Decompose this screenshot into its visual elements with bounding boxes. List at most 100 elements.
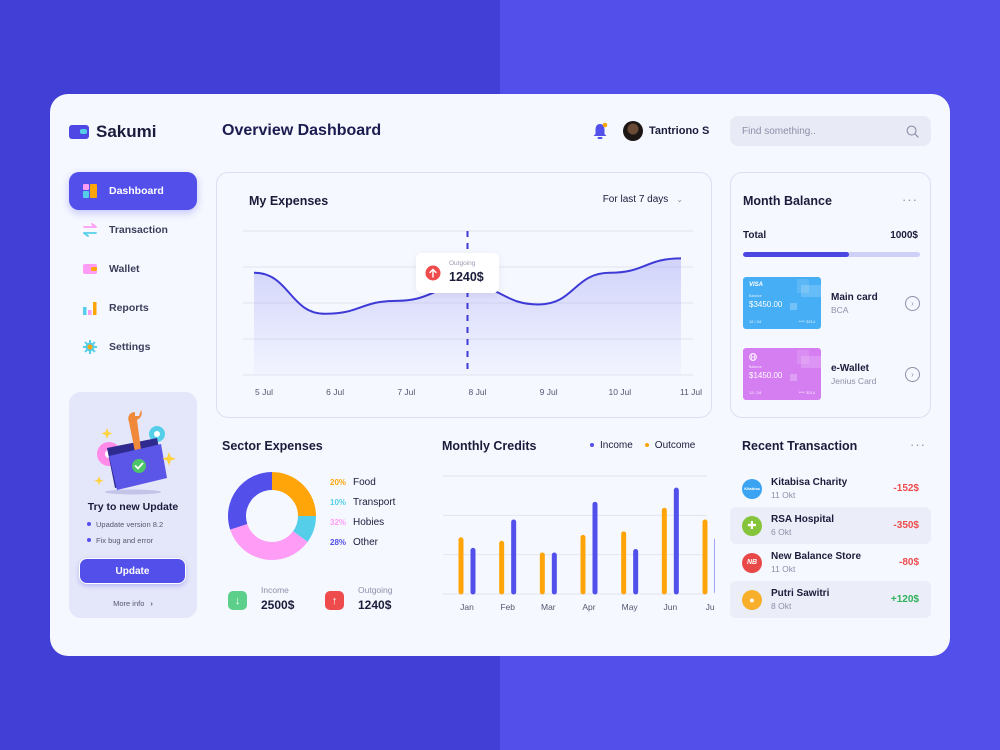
transaction-amount: -80$ — [898, 557, 919, 568]
sidebar-item-reports[interactable]: Reports — [69, 289, 197, 327]
legend-outcome-label: Outcome — [654, 440, 696, 451]
outgoing-value: 1240$ — [358, 598, 392, 612]
more-options-icon[interactable]: ··· — [910, 437, 926, 452]
transaction-date: 11 Okt — [771, 490, 796, 500]
outgoing-label: Outgoing — [358, 585, 393, 595]
expenses-title: My Expenses — [249, 194, 329, 208]
search-input[interactable] — [742, 125, 906, 137]
month-balance-card: Month Balance ··· Total 1000$ VISA Balan… — [730, 172, 931, 418]
chevron-right-icon: › — [150, 599, 153, 608]
recent-transaction-title: Recent Transaction — [742, 439, 858, 453]
range-dropdown[interactable]: For last 7 days ⌄ — [603, 194, 683, 205]
x-tick-label: 10 Jul — [608, 387, 631, 397]
transaction-amount: -152$ — [893, 483, 919, 494]
promo-bullet: Fix bug and error — [87, 536, 163, 545]
income-label: Income — [261, 585, 289, 595]
legend-item-other: 28% Other — [330, 537, 395, 548]
x-tick-label: 5 Jul — [255, 387, 273, 397]
legend-income: Income — [590, 440, 633, 451]
donut-slice-food[interactable] — [271, 472, 316, 517]
transaction-row[interactable]: ● Putri Sawitri 8 Okt +120$ — [730, 581, 931, 618]
legend-outcome: Outcome — [644, 440, 696, 451]
wallet-icon — [83, 264, 97, 274]
donut-slice-transport[interactable] — [292, 515, 316, 542]
promo-title: Try to new Update — [87, 501, 179, 513]
transaction-date: 11 Okt — [771, 564, 796, 574]
transaction-date: 8 Okt — [771, 601, 792, 611]
transaction-date: 6 Okt — [771, 527, 792, 537]
x-tick-label: 8 Jul — [469, 387, 487, 397]
sidebar-item-wallet[interactable]: Wallet — [69, 250, 197, 288]
app-name: Sakumi — [96, 122, 157, 141]
transaction-amount: +120$ — [890, 594, 919, 605]
bell-icon[interactable] — [592, 122, 608, 140]
legend-name: Transport — [353, 497, 396, 508]
transaction-icon — [83, 223, 97, 237]
search-icon[interactable] — [906, 125, 919, 138]
transaction-row[interactable]: ✚ RSA Hospital 6 Okt -350$ — [730, 507, 931, 544]
outgoing-summary: ↑ Outgoing 1240$ — [325, 585, 393, 612]
sidebar-nav: Dashboard Transaction Wallet Reports Set… — [69, 172, 197, 367]
sidebar-item-label: Wallet — [109, 263, 140, 275]
person-icon: ● — [742, 589, 762, 610]
chevron-down-icon: ⌄ — [676, 195, 683, 204]
user-profile[interactable]: Tantriono S — [623, 121, 709, 141]
donut-slice-hobies[interactable] — [230, 523, 308, 560]
arrow-up-icon: ↑ — [325, 591, 344, 610]
legend-name: Other — [353, 537, 379, 548]
more-info-link[interactable]: More info › — [69, 599, 197, 608]
update-folder-illustration — [94, 410, 176, 495]
expenses-chart: 5 Jul 6 Jul 7 Jul 8 Jul 9 Jul 10 Jul 11 Jul Ou… — [243, 230, 702, 397]
x-tick-label: 6 Jul — [326, 387, 344, 397]
wallet-name: e-Wallet — [831, 362, 869, 374]
tooltip: Outgoing 1240$ — [416, 253, 499, 293]
legend-item-transport: 10% Transport — [330, 497, 395, 508]
sidebar-item-settings[interactable]: Settings — [69, 328, 197, 366]
monthly-credits-title: Monthly Credits — [442, 439, 537, 453]
donut-slice-other[interactable] — [228, 472, 273, 530]
wallet-item-e-wallet[interactable]: Balance $1450.00 12 / 24 **** 3214 e-Wal… — [743, 348, 920, 400]
card-balance-label: Balance — [749, 365, 762, 369]
legend-item-food: 20% Food — [330, 477, 395, 488]
balance-progress — [743, 252, 920, 257]
new-balance-logo-icon: NB — [742, 552, 762, 573]
transaction-row[interactable]: NB New Balance Store 11 Okt -80$ — [730, 544, 931, 581]
avatar — [623, 121, 643, 141]
chevron-right-icon[interactable]: › — [905, 366, 920, 382]
card-number: **** 3214 — [798, 319, 815, 324]
x-tick-label: May — [622, 602, 639, 612]
more-options-icon[interactable]: ··· — [902, 192, 918, 207]
balance-title: Month Balance — [743, 194, 832, 208]
credit-card-visual: VISA Balance $3450.00 12 / 24 **** 3214 — [743, 277, 821, 329]
chevron-right-icon[interactable]: › — [905, 295, 920, 311]
x-tick-label: Jan — [460, 602, 474, 612]
sidebar-item-transaction[interactable]: Transaction — [69, 211, 197, 249]
user-name: Tantriono S — [649, 125, 710, 137]
page-title: Overview Dashboard — [222, 122, 382, 139]
total-label: Total — [743, 230, 767, 241]
logo[interactable]: Sakumi — [69, 122, 156, 142]
update-button[interactable]: Update — [79, 558, 186, 584]
sidebar-item-label: Dashboard — [109, 185, 164, 197]
x-tick-label: Jun — [663, 602, 677, 612]
credit-card-visual: Balance $1450.00 12 / 24 **** 3214 — [743, 348, 821, 400]
sector-legend: 20% Food 10% Transport 32% Hobies 28% Ot… — [330, 477, 395, 557]
transaction-list: Kitabisa Kitabisa Charity 11 Okt -152$ ✚… — [730, 470, 931, 618]
sidebar-item-label: Transaction — [109, 224, 168, 236]
more-info-label: More info — [113, 599, 145, 608]
legend-item-hobies: 32% Hobies — [330, 517, 395, 528]
tooltip-value: 1240$ — [449, 270, 484, 284]
legend-name: Food — [353, 477, 376, 488]
wallet-item-main-card[interactable]: VISA Balance $3450.00 12 / 24 **** 3214 … — [743, 277, 920, 329]
tooltip-label: Outgoing — [449, 260, 476, 267]
promo-bullets: Upadate version 8.2 Fix bug and error — [87, 520, 163, 552]
sidebar-item-dashboard[interactable]: Dashboard — [69, 172, 197, 210]
monthly-credits-chart: Jan Feb Mar Apr May Jun Jul — [443, 475, 715, 612]
transaction-row[interactable]: Kitabisa Kitabisa Charity 11 Okt -152$ — [730, 470, 931, 507]
wallet-sub: Jenius Card — [831, 375, 877, 386]
update-promo-card: Try to new Update Upadate version 8.2 Fi… — [69, 392, 197, 618]
x-tick-label: Mar — [541, 602, 556, 612]
x-tick-label: 7 Jul — [397, 387, 415, 397]
sector-expenses-title: Sector Expenses — [222, 439, 323, 453]
notification-dot — [602, 122, 608, 128]
